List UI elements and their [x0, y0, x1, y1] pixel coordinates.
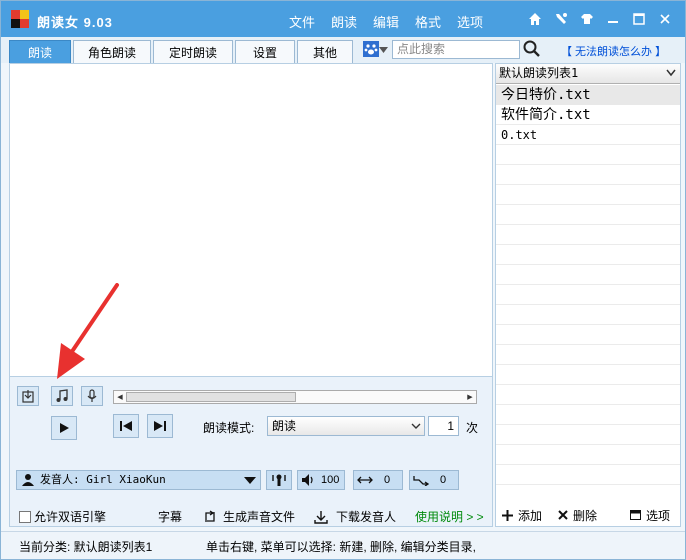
- import-text-button[interactable]: [17, 386, 39, 406]
- playlist-select-value: 默认朗读列表1: [499, 66, 579, 80]
- search-icon[interactable]: [522, 39, 542, 59]
- home-icon[interactable]: [525, 9, 545, 29]
- skip-back-icon: [120, 421, 132, 431]
- convert-icon: [205, 509, 215, 522]
- list-item[interactable]: 0.txt: [496, 125, 680, 145]
- status-hint: 单击右键, 菜单可以选择: 新建, 删除, 编辑分类目录,: [206, 540, 477, 554]
- add-file-button[interactable]: 添加: [502, 507, 542, 524]
- text-editor[interactable]: [9, 63, 493, 377]
- repeat-unit-label: 次: [466, 421, 479, 435]
- usage-link[interactable]: 使用说明 > >: [415, 508, 484, 525]
- menu-edit[interactable]: 编辑: [365, 12, 407, 31]
- speaker-settings-button[interactable]: [266, 470, 292, 490]
- music-note-icon: [56, 389, 68, 402]
- chevron-down-icon: [411, 423, 421, 429]
- repeat-count-input[interactable]: 1: [428, 416, 459, 436]
- list-item[interactable]: 软件简介.txt: [496, 105, 680, 125]
- speed-value: 0: [384, 474, 391, 486]
- progress-scrollbar[interactable]: ◀ ▶: [113, 390, 477, 404]
- next-button[interactable]: [147, 414, 173, 438]
- microphone-icon: [87, 389, 97, 402]
- download-voice-label: 下载发音人: [336, 510, 397, 524]
- download-icon: [314, 510, 328, 524]
- tab-read[interactable]: 朗读: [9, 40, 71, 63]
- volume-control[interactable]: 100: [297, 470, 345, 490]
- chevron-down-icon: [379, 46, 388, 53]
- chevron-down-icon: [666, 69, 676, 77]
- speed-control[interactable]: 0: [353, 470, 403, 490]
- menu-file[interactable]: 文件: [281, 12, 323, 31]
- pitch-value: 0: [440, 474, 447, 486]
- close-icon[interactable]: [655, 9, 675, 29]
- checkbox-box[interactable]: [19, 510, 31, 523]
- app-title: 朗读女 9.03: [37, 15, 113, 30]
- read-mode-label: 朗读模式:: [203, 421, 255, 435]
- menu-bar: 文件 朗读 编辑 格式 选项: [281, 12, 491, 31]
- search-engine-dropdown[interactable]: [363, 39, 389, 59]
- minimize-icon[interactable]: [603, 9, 623, 29]
- plus-icon: [502, 509, 513, 521]
- current-category: 当前分类: 默认朗读列表1: [19, 540, 153, 554]
- dual-engine-label: 允许双语引擎: [34, 510, 107, 524]
- paw-icon: [363, 41, 379, 57]
- generate-audio-label: 生成声音文件: [223, 510, 296, 524]
- file-list[interactable]: 今日特价.txt 软件简介.txt 0.txt: [496, 85, 680, 493]
- speaker-select[interactable]: 发音人: Girl XiaoKun: [16, 470, 261, 490]
- close-icon: [558, 510, 568, 520]
- help-link[interactable]: 【 无法朗读怎么办 】: [561, 43, 666, 59]
- scroll-right-icon[interactable]: ▶: [465, 392, 475, 402]
- speaker-voice-icon: [272, 474, 286, 486]
- person-icon: [22, 474, 34, 486]
- skip-forward-icon: [154, 421, 166, 431]
- read-mode-value: 朗读: [272, 419, 297, 433]
- speaker-label: 发音人: Girl XiaoKun: [40, 473, 166, 486]
- list-item[interactable]: 今日特价.txt: [496, 85, 680, 105]
- maximize-icon[interactable]: [629, 9, 649, 29]
- tab-other[interactable]: 其他: [297, 40, 353, 63]
- delete-file-button[interactable]: 删除: [558, 507, 597, 524]
- shirt-icon[interactable]: [577, 9, 597, 29]
- volume-icon: [302, 474, 313, 486]
- playlist-select[interactable]: 默认朗读列表1: [496, 64, 680, 84]
- chevron-down-icon: [244, 477, 256, 484]
- title-bar: 朗读女 9.03 文件 朗读 编辑 格式 选项: [1, 1, 685, 37]
- speed-arrows-icon: [357, 476, 373, 484]
- pitch-control[interactable]: 0: [409, 470, 459, 490]
- tab-settings[interactable]: 设置: [235, 40, 295, 63]
- previous-button[interactable]: [113, 414, 139, 438]
- scroll-thumb[interactable]: [126, 392, 296, 402]
- download-voice-button[interactable]: 下载发音人: [314, 508, 396, 525]
- menu-read[interactable]: 朗读: [323, 12, 365, 31]
- window-controls: [525, 9, 675, 29]
- tab-role-read[interactable]: 角色朗读: [73, 40, 151, 63]
- menu-format[interactable]: 格式: [407, 12, 449, 31]
- playlist-panel: 默认朗读列表1 今日特价.txt 软件简介.txt 0.txt 添加 删除 选项: [495, 63, 681, 527]
- play-icon: [60, 423, 69, 433]
- scroll-left-icon[interactable]: ◀: [115, 392, 125, 402]
- tools-icon[interactable]: [551, 9, 571, 29]
- add-file-label: 添加: [518, 508, 543, 523]
- search-input[interactable]: 点此搜索: [392, 40, 520, 59]
- window-icon: [630, 510, 641, 520]
- import-icon: [22, 390, 34, 403]
- app-logo: [11, 10, 29, 28]
- volume-value: 100: [321, 474, 340, 486]
- read-mode-select[interactable]: 朗读: [267, 416, 425, 436]
- music-button[interactable]: [51, 386, 73, 406]
- pitch-icon: [413, 476, 429, 486]
- playlist-options-label: 选项: [646, 508, 671, 523]
- generate-audio-button[interactable]: 生成声音文件: [203, 508, 295, 525]
- menu-options[interactable]: 选项: [449, 12, 491, 31]
- play-button[interactable]: [51, 416, 77, 440]
- tab-timed-read[interactable]: 定时朗读: [153, 40, 233, 63]
- main-window: 朗读女 9.03 文件 朗读 编辑 格式 选项 朗读 角色朗读 定时朗读 设置 …: [0, 0, 686, 560]
- microphone-button[interactable]: [81, 386, 103, 406]
- playlist-footer: 添加 删除 选项: [496, 504, 680, 526]
- playlist-options-button[interactable]: 选项: [630, 507, 670, 524]
- delete-file-label: 删除: [573, 508, 598, 523]
- status-bar: 当前分类: 默认朗读列表1 单击右键, 菜单可以选择: 新建, 删除, 编辑分类…: [1, 531, 685, 559]
- subtitle-button[interactable]: 字幕: [158, 508, 182, 525]
- dual-engine-checkbox[interactable]: 允许双语引擎: [19, 508, 106, 525]
